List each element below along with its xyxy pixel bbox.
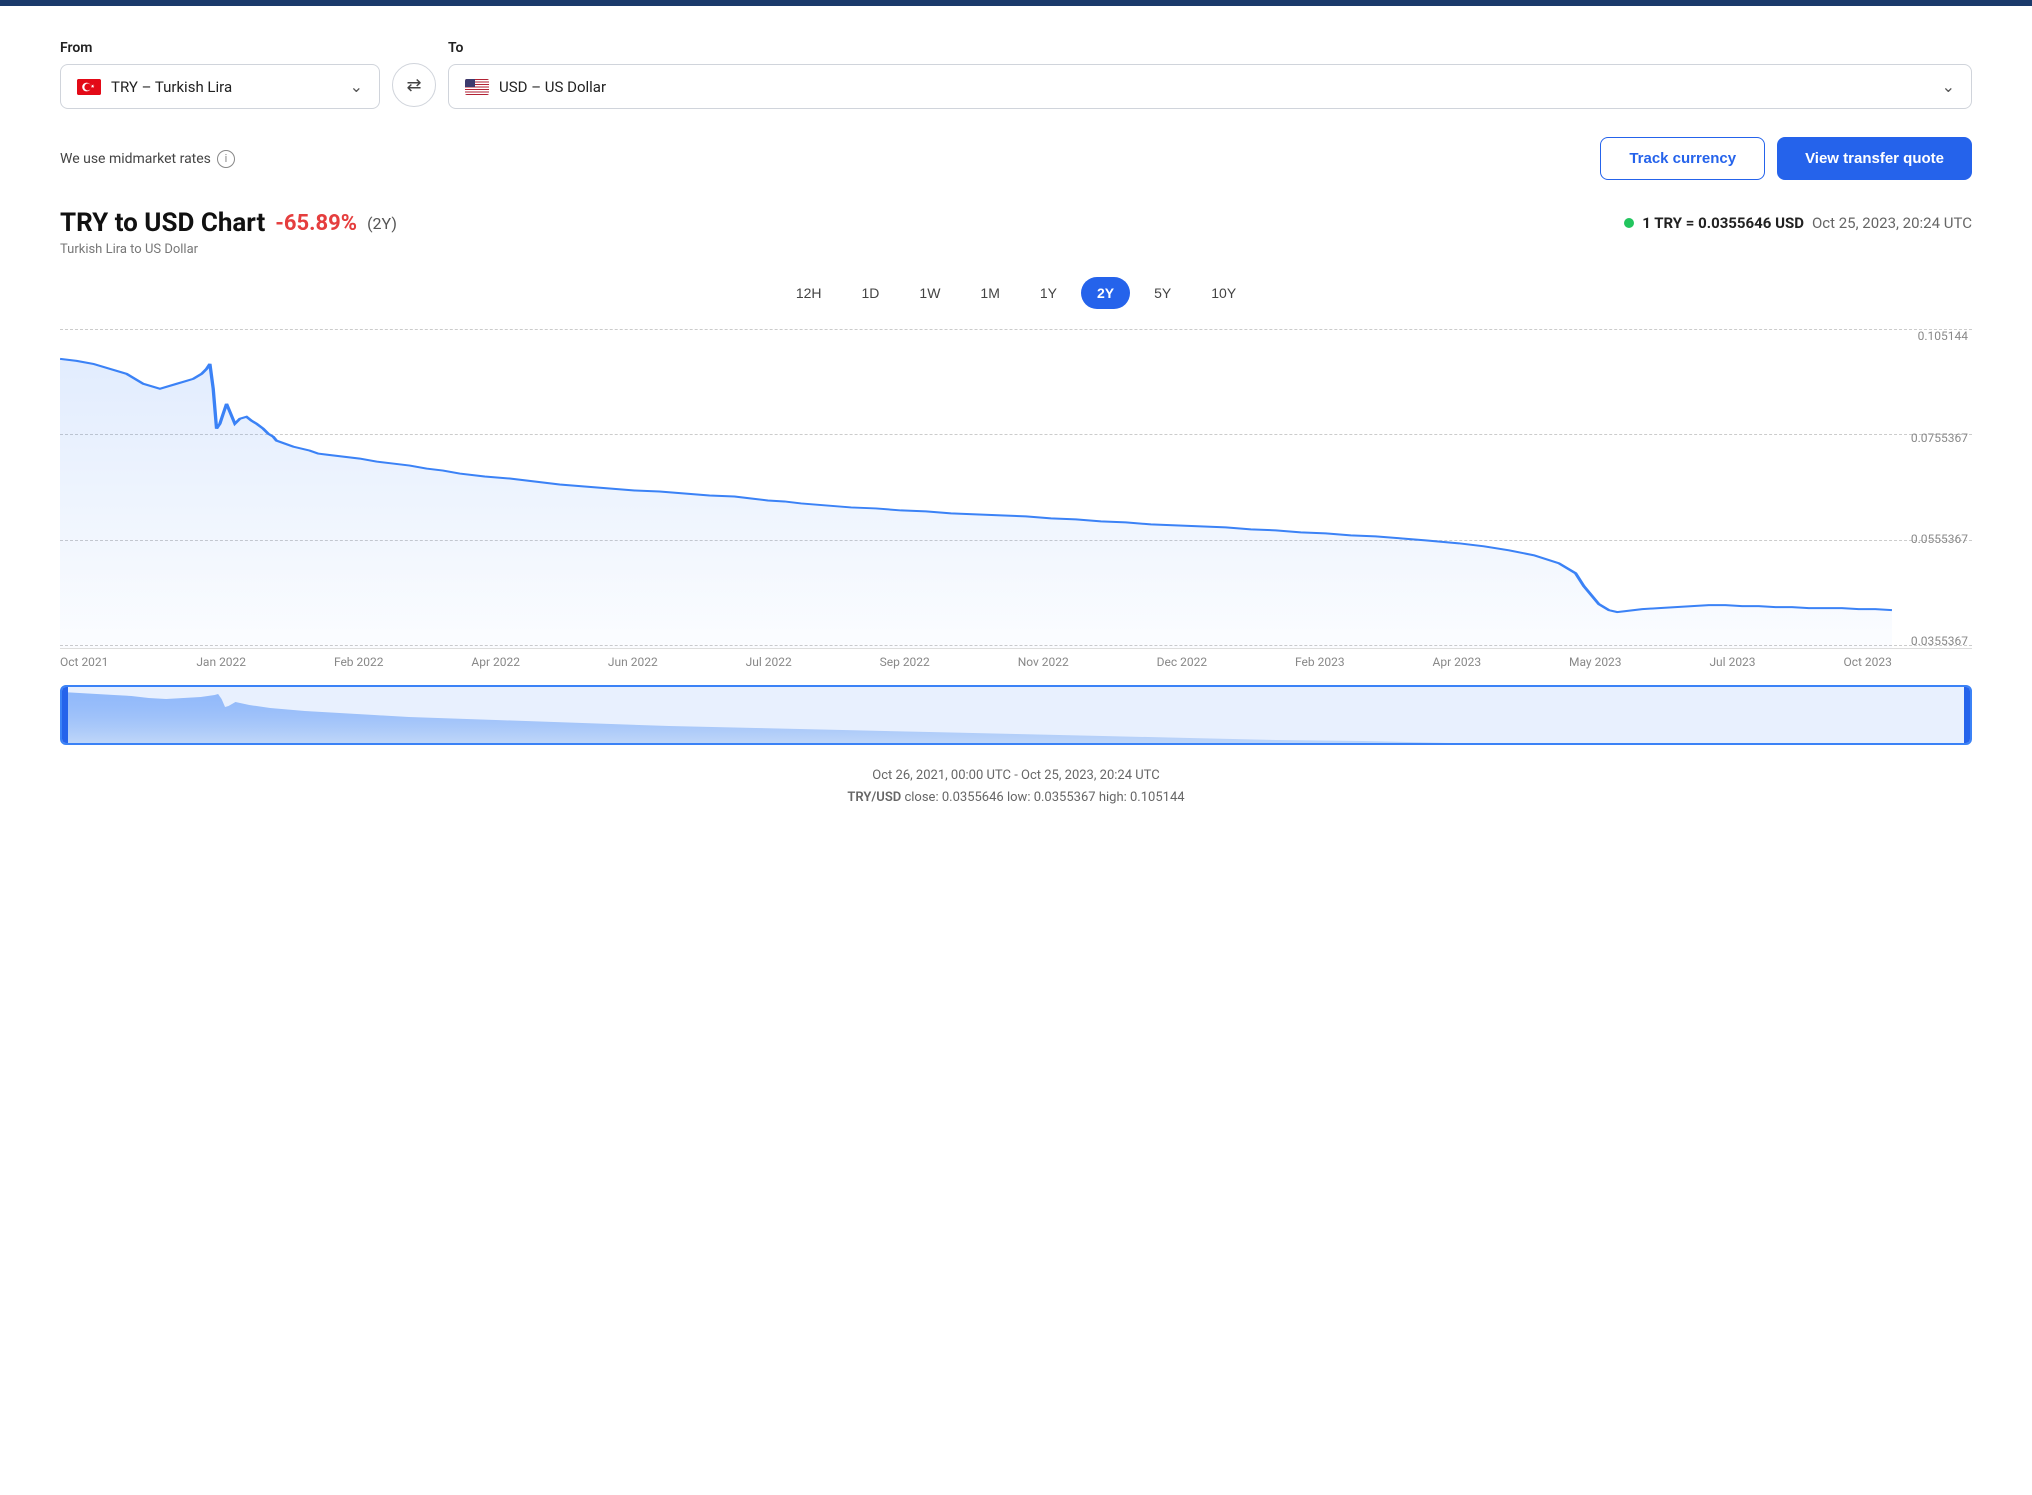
x-label-10: Apr 2023 [1433, 655, 1482, 669]
current-rate: 1 TRY = 0.0355646 USD Oct 25, 2023, 20:2… [1624, 214, 1972, 232]
y-label-top: 0.105144 [1892, 329, 1972, 343]
tab-10y[interactable]: 10Y [1195, 277, 1252, 309]
to-chevron-icon: ⌄ [1942, 77, 1955, 96]
minimap[interactable] [60, 685, 1972, 745]
x-label-3: Apr 2022 [471, 655, 520, 669]
chart-area: 0.105144 0.0755367 0.0555367 0.0355367 [60, 329, 1972, 649]
chart-yaxis: 0.105144 0.0755367 0.0555367 0.0355367 [1892, 329, 1972, 648]
x-label-8: Dec 2022 [1157, 655, 1207, 669]
y-label-mid1: 0.0755367 [1892, 431, 1972, 445]
rate-date: Oct 25, 2023, 20:24 UTC [1812, 214, 1972, 232]
to-currency-select[interactable]: USD – US Dollar ⌄ [448, 64, 1972, 109]
time-tabs: 12H 1D 1W 1M 1Y 2Y 5Y 10Y [60, 277, 1972, 309]
chart-title: TRY to USD Chart -65.89% (2Y) [60, 208, 397, 238]
y-label-bottom: 0.0355367 [1892, 634, 1972, 648]
x-label-9: Feb 2023 [1295, 655, 1345, 669]
to-currency-name: USD – US Dollar [499, 78, 1932, 96]
chart-plot [60, 329, 1892, 648]
footer-range: Oct 26, 2021, 00:00 UTC - Oct 25, 2023, … [60, 765, 1972, 787]
tab-1w[interactable]: 1W [903, 277, 956, 309]
info-icon[interactable]: i [217, 150, 235, 168]
x-label-1: Jan 2022 [196, 655, 246, 669]
usd-flag [465, 79, 489, 95]
from-currency-select[interactable]: TRY – Turkish Lira ⌄ [60, 64, 380, 109]
chart-svg [60, 329, 1892, 648]
rate-dot [1624, 218, 1634, 228]
x-label-6: Sep 2022 [880, 655, 930, 669]
chart-period: (2Y) [367, 214, 397, 233]
rate-value: 1 TRY = 0.0355646 USD [1642, 214, 1804, 232]
from-chevron-icon: ⌄ [350, 77, 363, 96]
minimap-handle-left[interactable] [62, 687, 68, 743]
x-label-5: Jul 2022 [746, 655, 792, 669]
x-label-11: May 2023 [1569, 655, 1622, 669]
footer-stats: TRY/USD close: 0.0355646 low: 0.0355367 … [60, 787, 1972, 809]
chart-footer: Oct 26, 2021, 00:00 UTC - Oct 25, 2023, … [60, 765, 1972, 809]
tab-1y[interactable]: 1Y [1024, 277, 1073, 309]
x-label-4: Jun 2022 [608, 655, 658, 669]
tab-1m[interactable]: 1M [964, 277, 1015, 309]
minimap-handle-right[interactable] [1964, 687, 1970, 743]
x-label-12: Jul 2023 [1709, 655, 1755, 669]
chart-change: -65.89% [275, 211, 357, 236]
footer-low: 0.0355367 [1034, 790, 1096, 805]
track-currency-button[interactable]: Track currency [1600, 137, 1765, 180]
footer-high: 0.105144 [1130, 790, 1185, 805]
swap-button[interactable]: ⇄ [392, 63, 436, 107]
x-label-13: Oct 2023 [1843, 655, 1891, 669]
tab-5y[interactable]: 5Y [1138, 277, 1187, 309]
tab-1d[interactable]: 1D [846, 277, 896, 309]
to-label: To [448, 40, 1972, 56]
from-label: From [60, 40, 380, 56]
x-label-2: Feb 2022 [334, 655, 384, 669]
footer-close: 0.0355646 [942, 790, 1004, 805]
minimap-svg [62, 687, 1970, 745]
view-transfer-button[interactable]: View transfer quote [1777, 137, 1972, 180]
x-label-0: Oct 2021 [60, 655, 108, 669]
x-label-7: Nov 2022 [1018, 655, 1069, 669]
from-currency-name: TRY – Turkish Lira [111, 78, 340, 96]
chart-subtitle: Turkish Lira to US Dollar [60, 242, 1972, 257]
tab-12h[interactable]: 12H [780, 277, 838, 309]
chart-xaxis: Oct 2021 Jan 2022 Feb 2022 Apr 2022 Jun … [60, 649, 1972, 669]
midmarket-text: We use midmarket rates i [60, 150, 235, 168]
try-flag [77, 79, 101, 95]
tab-2y[interactable]: 2Y [1081, 277, 1130, 309]
chart-container: 0.105144 0.0755367 0.0555367 0.0355367 O… [60, 329, 1972, 669]
